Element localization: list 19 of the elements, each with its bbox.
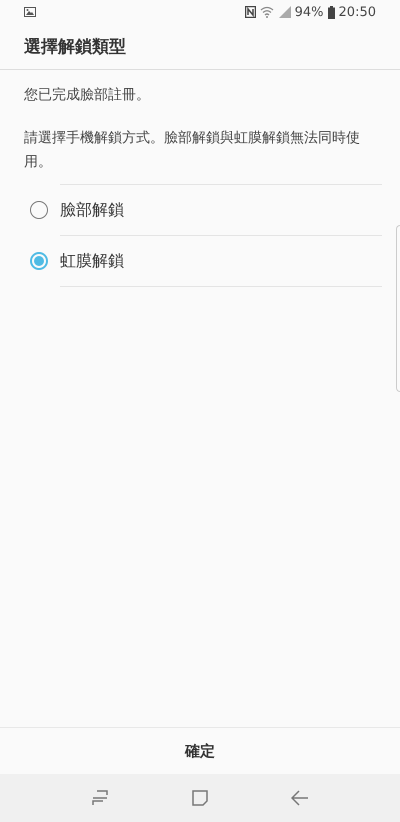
battery-percent: 94%: [294, 4, 324, 20]
back-icon[interactable]: [290, 790, 309, 806]
recent-apps-icon[interactable]: [91, 790, 110, 806]
wifi-icon: [260, 6, 275, 18]
message-text: 您已完成臉部註冊。: [24, 86, 151, 104]
confirm-button[interactable]: 確定: [165, 734, 235, 768]
clock: 20:50: [338, 4, 376, 20]
signal-icon: [278, 6, 291, 18]
nfc-icon: [244, 6, 256, 18]
radio-button[interactable]: [30, 252, 48, 270]
radio-button[interactable]: [30, 201, 48, 219]
radio-option[interactable]: 虹膜解鎖: [24, 236, 382, 286]
screen-title: 選擇解鎖類型: [24, 36, 126, 58]
scroll-handle[interactable]: [396, 225, 400, 392]
instruction-text: 請選擇手機解鎖方式。臉部解鎖與虹膜解鎖無法同時使用。: [24, 129, 361, 172]
home-icon[interactable]: [192, 790, 208, 806]
picture-icon: [24, 7, 36, 17]
battery-icon: [328, 6, 335, 18]
radio-option[interactable]: 臉部解鎖: [24, 185, 382, 235]
